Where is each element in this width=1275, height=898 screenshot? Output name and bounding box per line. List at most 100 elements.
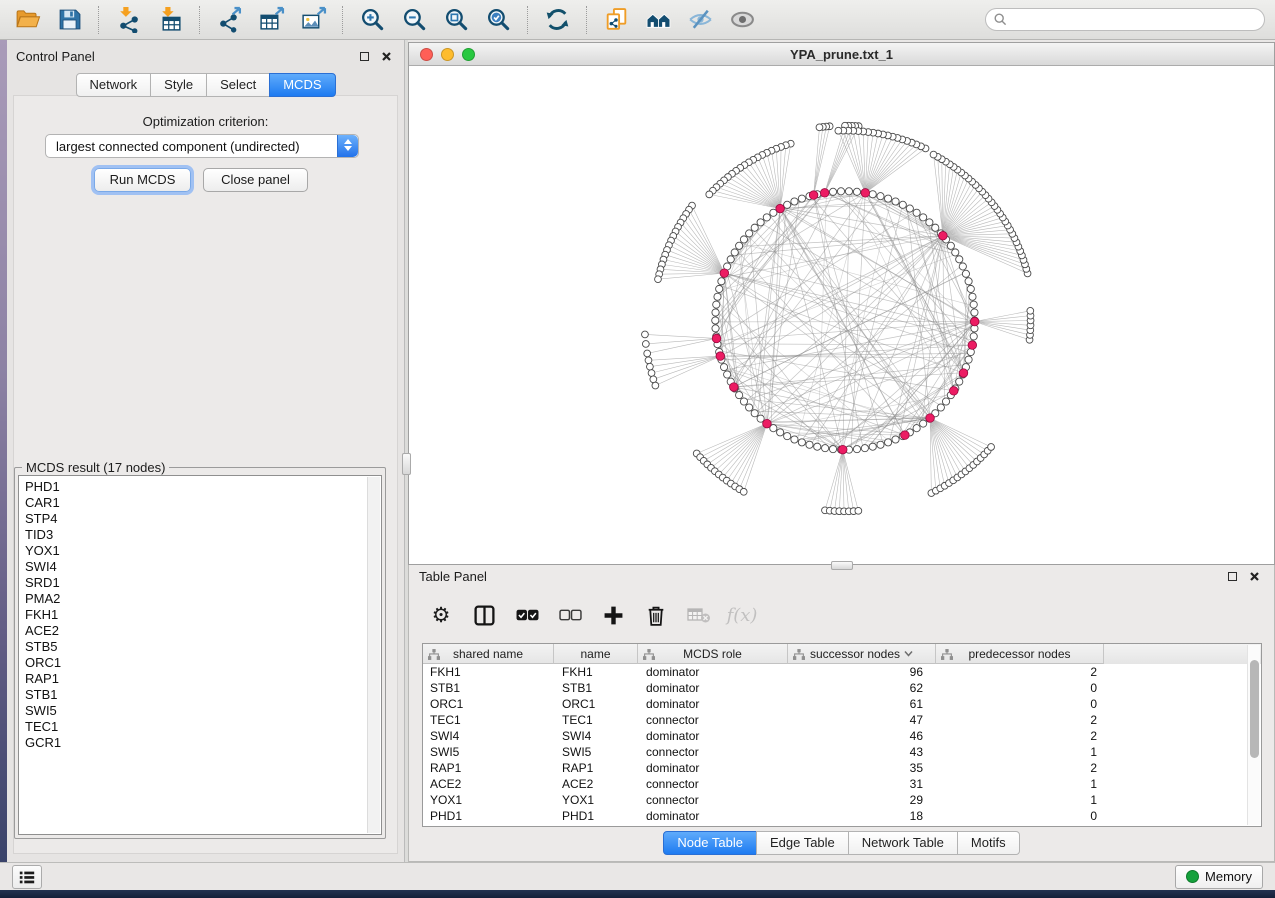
- mcds-result-item[interactable]: TID3: [25, 527, 381, 543]
- select-all-button[interactable]: [513, 601, 541, 629]
- first-neighbors-button[interactable]: [641, 4, 675, 36]
- mcds-result-item[interactable]: ACE2: [25, 623, 381, 639]
- network-view-window: YPA_prune.txt_1: [408, 42, 1275, 565]
- mcds-result-item[interactable]: STB1: [25, 687, 381, 703]
- mcds-result-item[interactable]: STP4: [25, 511, 381, 527]
- table-row[interactable]: SWI4SWI4dominator462: [423, 728, 1261, 744]
- column-header-shared-name[interactable]: shared name: [423, 644, 554, 664]
- search-input[interactable]: [1012, 13, 1256, 27]
- toolbar-separator: [342, 6, 343, 34]
- table-tab-motifs[interactable]: Motifs: [957, 831, 1020, 855]
- horizontal-splitter-handle[interactable]: [831, 561, 853, 570]
- node-table[interactable]: shared namenameMCDS rolesuccessor nodesp…: [422, 643, 1262, 827]
- mcds-result-item[interactable]: PHD1: [25, 479, 381, 495]
- vertical-splitter-handle[interactable]: [402, 453, 411, 475]
- table-cell: TEC1: [554, 712, 638, 728]
- create-column-button[interactable]: [599, 601, 627, 629]
- mcds-result-item[interactable]: STB5: [25, 639, 381, 655]
- table-row[interactable]: RAP1RAP1dominator352: [423, 760, 1261, 776]
- show-all-button[interactable]: [725, 4, 759, 36]
- import-table-button[interactable]: [153, 4, 187, 36]
- network-window-title: YPA_prune.txt_1: [409, 47, 1274, 62]
- run-mcds-button[interactable]: Run MCDS: [94, 168, 191, 192]
- save-session-button[interactable]: [52, 4, 86, 36]
- table-panel-title: Table Panel: [419, 569, 487, 584]
- close-panel-icon[interactable]: [381, 51, 392, 62]
- zoom-fit-button[interactable]: [439, 4, 473, 36]
- table-row[interactable]: PHD1PHD1dominator180: [423, 808, 1261, 824]
- search-field[interactable]: [985, 8, 1265, 31]
- delete-column-button[interactable]: [642, 601, 670, 629]
- table-row[interactable]: TEC1TEC1connector472: [423, 712, 1261, 728]
- mcds-result-item[interactable]: ORC1: [25, 655, 381, 671]
- export-network-button[interactable]: [212, 4, 246, 36]
- column-header-successor-nodes[interactable]: successor nodes: [788, 644, 936, 664]
- show-columns-button[interactable]: [470, 601, 498, 629]
- result-list-scrollbar[interactable]: [367, 477, 380, 833]
- table-tab-network-table[interactable]: Network Table: [848, 831, 958, 855]
- tab-network[interactable]: Network: [75, 73, 151, 97]
- table-cell: dominator: [638, 760, 788, 776]
- tab-style[interactable]: Style: [150, 73, 207, 97]
- table-row[interactable]: STB1STB1dominator620: [423, 680, 1261, 696]
- memory-button[interactable]: Memory: [1175, 865, 1263, 889]
- table-cell: ACE2: [554, 776, 638, 792]
- table-cell: 47: [788, 712, 936, 728]
- network-canvas[interactable]: [409, 67, 1274, 564]
- open-file-button[interactable]: [10, 4, 44, 36]
- mcds-result-group: MCDS result (17 nodes) PHD1CAR1STP4TID3Y…: [14, 467, 386, 839]
- criterion-value: largest connected component (undirected): [56, 139, 300, 154]
- toolbar-separator: [98, 6, 99, 34]
- tab-mcds[interactable]: MCDS: [269, 73, 335, 97]
- mcds-result-item[interactable]: SWI4: [25, 559, 381, 575]
- mcds-result-item[interactable]: TEC1: [25, 719, 381, 735]
- task-history-button[interactable]: [12, 865, 42, 889]
- import-network-button[interactable]: [111, 4, 145, 36]
- table-cell: connector: [638, 712, 788, 728]
- mcds-result-item[interactable]: CAR1: [25, 495, 381, 511]
- table-scrollbar-thumb[interactable]: [1250, 660, 1259, 758]
- hide-selection-button[interactable]: [683, 4, 717, 36]
- table-row[interactable]: ACE2ACE2connector311: [423, 776, 1261, 792]
- table-row[interactable]: FKH1FKH1dominator962: [423, 664, 1261, 680]
- table-row[interactable]: SWI5SWI5connector431: [423, 744, 1261, 760]
- select-all-icon: [516, 608, 539, 622]
- export-table-button[interactable]: [254, 4, 288, 36]
- table-tab-node-table[interactable]: Node Table: [663, 831, 757, 855]
- column-header-MCDS-role[interactable]: MCDS role: [638, 644, 788, 664]
- apply-layout-button[interactable]: [540, 4, 574, 36]
- mcds-result-item[interactable]: RAP1: [25, 671, 381, 687]
- table-settings-button[interactable]: ⚙: [427, 601, 455, 629]
- network-window-titlebar[interactable]: YPA_prune.txt_1: [409, 43, 1274, 66]
- float-table-panel-icon[interactable]: [1228, 572, 1237, 581]
- table-row[interactable]: ORC1ORC1dominator610: [423, 696, 1261, 712]
- close-table-panel-icon[interactable]: [1249, 571, 1260, 582]
- column-header-name[interactable]: name: [554, 644, 638, 664]
- tab-select[interactable]: Select: [206, 73, 270, 97]
- mcds-result-item[interactable]: GCR1: [25, 735, 381, 751]
- column-header-predecessor-nodes[interactable]: predecessor nodes: [936, 644, 1104, 664]
- export-image-button[interactable]: [296, 4, 330, 36]
- mcds-result-item[interactable]: FKH1: [25, 607, 381, 623]
- task-list-icon: [18, 868, 36, 886]
- mcds-result-item[interactable]: SWI5: [25, 703, 381, 719]
- mcds-result-item[interactable]: PMA2: [25, 591, 381, 607]
- table-tab-edge-table[interactable]: Edge Table: [756, 831, 849, 855]
- float-panel-icon[interactable]: [360, 52, 369, 61]
- mcds-result-item[interactable]: YOX1: [25, 543, 381, 559]
- zoom-in-button[interactable]: [355, 4, 389, 36]
- close-panel-button[interactable]: Close panel: [203, 168, 308, 192]
- copy-network-button[interactable]: [599, 4, 633, 36]
- table-row[interactable]: YOX1YOX1connector291: [423, 792, 1261, 808]
- refresh-icon: [544, 6, 571, 33]
- deselect-all-button[interactable]: [556, 601, 584, 629]
- shared-column-icon: [793, 649, 805, 660]
- zoom-out-button[interactable]: [397, 4, 431, 36]
- network-graph[interactable]: [409, 67, 1274, 564]
- criterion-select[interactable]: largest connected component (undirected): [45, 134, 359, 158]
- mcds-result-item[interactable]: SRD1: [25, 575, 381, 591]
- mcds-result-list[interactable]: PHD1CAR1STP4TID3YOX1SWI4SRD1PMA2FKH1ACE2…: [18, 475, 382, 835]
- zoom-selected-button[interactable]: [481, 4, 515, 36]
- node-table-header: shared namenameMCDS rolesuccessor nodesp…: [423, 644, 1261, 664]
- table-scrollbar[interactable]: [1247, 645, 1260, 825]
